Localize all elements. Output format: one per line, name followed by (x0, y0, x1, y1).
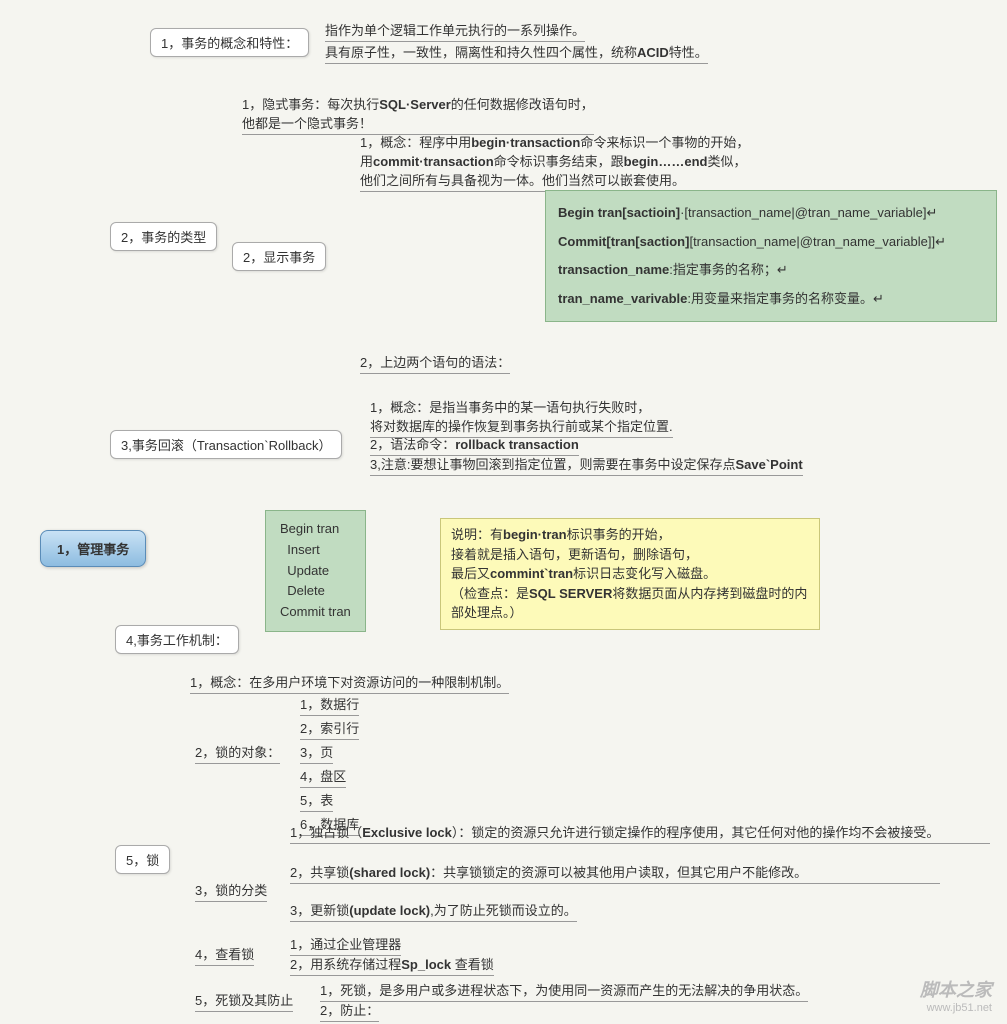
node-rollback: 3,事务回滚（Transaction`Rollback） (110, 430, 342, 459)
node-mechanism: 4,事务工作机制： (115, 625, 239, 654)
code-box: Begin tran Insert Update Delete Commit t… (265, 510, 366, 632)
lock-objects-label: 2，锁的对象： (195, 740, 280, 764)
explanation-box: 说明：有begin·tran标识事务的开始， 接着就是插入语句，更新语句，删除语… (440, 518, 820, 630)
view-lock-label: 4，查看锁 (195, 942, 254, 966)
deadlock-label: 5，死锁及其防止 (195, 988, 293, 1012)
lock-shared: 2，共享锁(shared lock)：共享锁锁定的资源可以被其他用户读取，但其它… (290, 860, 940, 884)
rollback-note: 3,注意:要想让事物回滚到指定位置，则需要在事务中设定保存点Save`Point (370, 452, 803, 476)
concept-line2: 具有原子性，一致性，隔离性和持久性四个属性，统称ACID特性。 (325, 40, 708, 64)
lock-category-label: 3，锁的分类 (195, 878, 267, 902)
syntax-label: 2，上边两个语句的语法： (360, 350, 510, 374)
implicit-tx: 1，隐式事务：每次执行SQL·Server的任何数据修改语句时， 他都是一个隐式… (242, 92, 594, 135)
lock-update: 3，更新锁(update lock),为了防止死锁而设立的。 (290, 898, 577, 922)
lock-concept: 1，概念：在多用户环境下对资源访问的一种限制机制。 (190, 670, 509, 694)
lock-exclusive: 1，独占锁（Exclusive lock）：锁定的资源只允许进行锁定操作的程序使… (290, 820, 990, 844)
node-explicit: 2，显示事务 (232, 242, 326, 271)
node-lock: 5，锁 (115, 845, 170, 874)
lock-objects-list: 1，数据行 2，索引行 3，页 4，盘区 5，表 6，数据库 (300, 692, 359, 836)
deadlock-1: 1，死锁，是多用户或多进程状态下，为使用同一资源而产生的无法解决的争用状态。 (320, 978, 808, 1002)
deadlock-2: 2，防止： (320, 998, 379, 1022)
root-node: 1，管理事务 (40, 530, 146, 567)
syntax-box: Begin tran[sactioin]·[transaction_name|@… (545, 190, 997, 322)
node-concept: 1，事务的概念和特性： (150, 28, 309, 57)
concept-line1: 指作为单个逻辑工作单元执行的一系列操作。 (325, 18, 585, 42)
watermark: 脚本之家 www.jb51.net (920, 976, 992, 1014)
explicit-concept: 1，概念：程序中用begin·transaction命令来标识一个事物的开始， … (360, 130, 749, 192)
view-lock-2: 2，用系统存储过程Sp_lock 查看锁 (290, 952, 494, 976)
node-types: 2，事务的类型 (110, 222, 217, 251)
